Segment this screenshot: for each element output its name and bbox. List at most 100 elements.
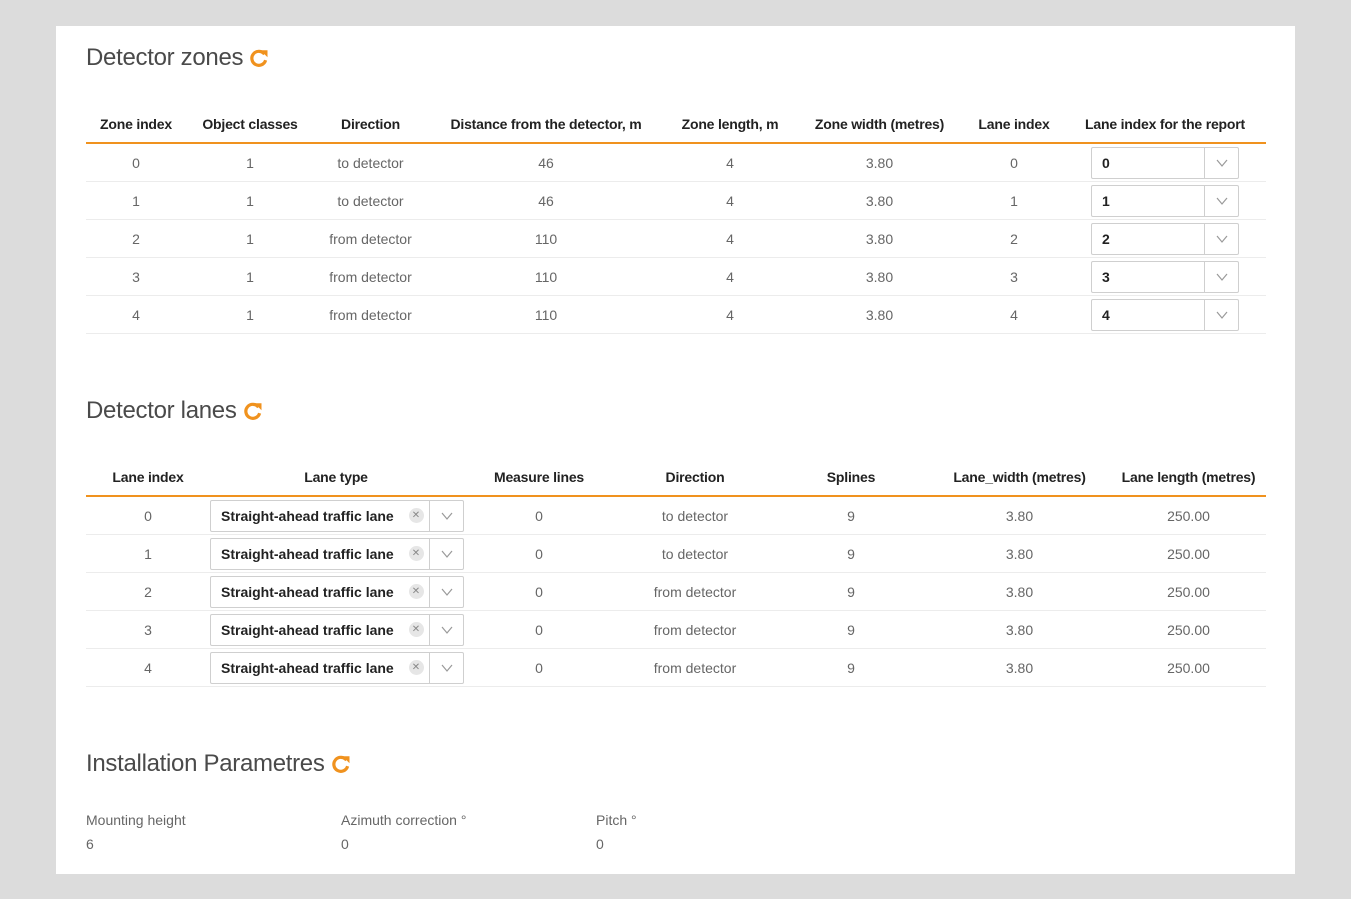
report-lane-cell: 4 xyxy=(1064,295,1266,334)
chevron-down-icon[interactable] xyxy=(1204,147,1238,178)
zone-index-cell: 0 xyxy=(86,143,186,182)
lanes-title-text: Detector lanes xyxy=(86,397,237,424)
zone-row: 2 1 from detector 110 4 3.80 2 2 xyxy=(86,219,1266,258)
report-lane-value: 1 xyxy=(1102,192,1110,209)
splines-cell: 9 xyxy=(774,648,928,687)
splines-cell: 9 xyxy=(774,572,928,611)
splines-cell: 9 xyxy=(774,610,928,649)
lane-type-cell: Straight-ahead traffic lane ✕ xyxy=(210,534,464,573)
lane-type-select[interactable]: Straight-ahead traffic lane ✕ xyxy=(210,613,464,646)
zone-index-cell: 3 xyxy=(86,257,186,296)
report-lane-select[interactable]: 1 xyxy=(1091,184,1239,217)
distance-cell: 46 xyxy=(427,181,665,220)
lane-type-select[interactable]: Straight-ahead traffic lane ✕ xyxy=(210,537,464,570)
chevron-down-icon[interactable] xyxy=(429,538,463,569)
direction-cell: from detector xyxy=(616,648,774,687)
lane-row: 4 Straight-ahead traffic lane ✕ 0 from d… xyxy=(86,648,1266,687)
report-lane-value: 2 xyxy=(1102,230,1110,247)
zones-table: Zone index Object classes Direction Dist… xyxy=(86,106,1266,334)
lane-index-cell: 2 xyxy=(86,572,210,611)
zones-header-zone-width: Zone width (metres) xyxy=(795,106,964,144)
lane-width-cell: 3.80 xyxy=(928,648,1111,687)
report-lane-value: 3 xyxy=(1102,268,1110,285)
lane-index-cell: 0 xyxy=(964,143,1064,182)
zone-length-cell: 4 xyxy=(665,143,795,182)
zone-width-cell: 3.80 xyxy=(795,143,964,182)
lane-length-cell: 250.00 xyxy=(1111,648,1266,687)
object-classes-cell: 1 xyxy=(186,219,314,258)
lane-length-cell: 250.00 xyxy=(1111,496,1266,535)
azimuth-correction-value: 0 xyxy=(341,836,349,852)
lane-row: 0 Straight-ahead traffic lane ✕ 0 to det… xyxy=(86,496,1266,535)
chevron-down-icon[interactable] xyxy=(429,576,463,607)
chevron-down-icon[interactable] xyxy=(1204,185,1238,216)
report-lane-value: 4 xyxy=(1102,306,1110,323)
object-classes-cell: 1 xyxy=(186,257,314,296)
lanes-table: Lane index Lane type Measure lines Direc… xyxy=(86,459,1266,687)
lane-index-cell: 1 xyxy=(964,181,1064,220)
chevron-down-icon[interactable] xyxy=(1204,261,1238,292)
zone-width-cell: 3.80 xyxy=(795,257,964,296)
report-lane-select[interactable]: 2 xyxy=(1091,222,1239,255)
lane-length-cell: 250.00 xyxy=(1111,572,1266,611)
lane-length-cell: 250.00 xyxy=(1111,534,1266,573)
splines-cell: 9 xyxy=(774,534,928,573)
lane-index-cell: 3 xyxy=(964,257,1064,296)
lanes-refresh-icon[interactable] xyxy=(243,401,263,421)
lane-type-value: Straight-ahead traffic lane xyxy=(221,659,394,676)
zones-header-row: Zone index Object classes Direction Dist… xyxy=(86,106,1266,144)
lane-index-cell: 4 xyxy=(86,648,210,687)
clear-icon[interactable]: ✕ xyxy=(403,577,429,607)
distance-cell: 110 xyxy=(427,219,665,258)
zones-header-report-lane: Lane index for the report xyxy=(1064,106,1266,144)
direction-cell: to detector xyxy=(616,534,774,573)
lane-width-cell: 3.80 xyxy=(928,534,1111,573)
lane-type-cell: Straight-ahead traffic lane ✕ xyxy=(210,496,464,535)
report-lane-select[interactable]: 3 xyxy=(1091,260,1239,293)
clear-icon[interactable]: ✕ xyxy=(403,615,429,645)
report-lane-cell: 1 xyxy=(1064,181,1266,220)
report-lane-select[interactable]: 4 xyxy=(1091,298,1239,331)
installation-section-title: Installation Parametres xyxy=(86,750,351,778)
zone-row: 1 1 to detector 46 4 3.80 1 1 xyxy=(86,181,1266,220)
lane-type-value: Straight-ahead traffic lane xyxy=(221,507,394,524)
chevron-down-icon[interactable] xyxy=(1204,223,1238,254)
lane-type-cell: Straight-ahead traffic lane ✕ xyxy=(210,610,464,649)
report-lane-cell: 3 xyxy=(1064,257,1266,296)
lane-type-select[interactable]: Straight-ahead traffic lane ✕ xyxy=(210,575,464,608)
report-lane-select[interactable]: 0 xyxy=(1091,146,1239,179)
lanes-header-lane-index: Lane index xyxy=(86,459,210,497)
lane-type-value: Straight-ahead traffic lane xyxy=(221,545,394,562)
lane-width-cell: 3.80 xyxy=(928,496,1111,535)
lane-row: 2 Straight-ahead traffic lane ✕ 0 from d… xyxy=(86,572,1266,611)
chevron-down-icon[interactable] xyxy=(1204,299,1238,330)
report-lane-value: 0 xyxy=(1102,154,1110,171)
lane-index-cell: 4 xyxy=(964,295,1064,334)
measure-lines-cell: 0 xyxy=(462,572,616,611)
lane-type-select[interactable]: Straight-ahead traffic lane ✕ xyxy=(210,499,464,532)
chevron-down-icon[interactable] xyxy=(429,614,463,645)
lane-type-select[interactable]: Straight-ahead traffic lane ✕ xyxy=(210,651,464,684)
zones-header-object-classes: Object classes xyxy=(186,106,314,144)
object-classes-cell: 1 xyxy=(186,295,314,334)
clear-icon[interactable]: ✕ xyxy=(403,539,429,569)
direction-cell: to detector xyxy=(314,143,427,182)
zone-index-cell: 4 xyxy=(86,295,186,334)
direction-cell: from detector xyxy=(314,257,427,296)
chevron-down-icon[interactable] xyxy=(429,500,463,531)
direction-cell: to detector xyxy=(314,181,427,220)
zone-width-cell: 3.80 xyxy=(795,181,964,220)
clear-icon[interactable]: ✕ xyxy=(403,501,429,531)
lane-type-cell: Straight-ahead traffic lane ✕ xyxy=(210,648,464,687)
chevron-down-icon[interactable] xyxy=(429,652,463,683)
zone-row: 4 1 from detector 110 4 3.80 4 4 xyxy=(86,295,1266,334)
zone-width-cell: 3.80 xyxy=(795,219,964,258)
installation-refresh-icon[interactable] xyxy=(331,754,351,774)
direction-cell: from detector xyxy=(314,219,427,258)
zones-refresh-icon[interactable] xyxy=(249,48,269,68)
clear-icon[interactable]: ✕ xyxy=(403,653,429,683)
lane-length-cell: 250.00 xyxy=(1111,610,1266,649)
lanes-header-splines: Splines xyxy=(774,459,928,497)
distance-cell: 46 xyxy=(427,143,665,182)
lanes-header-measure-lines: Measure lines xyxy=(462,459,616,497)
